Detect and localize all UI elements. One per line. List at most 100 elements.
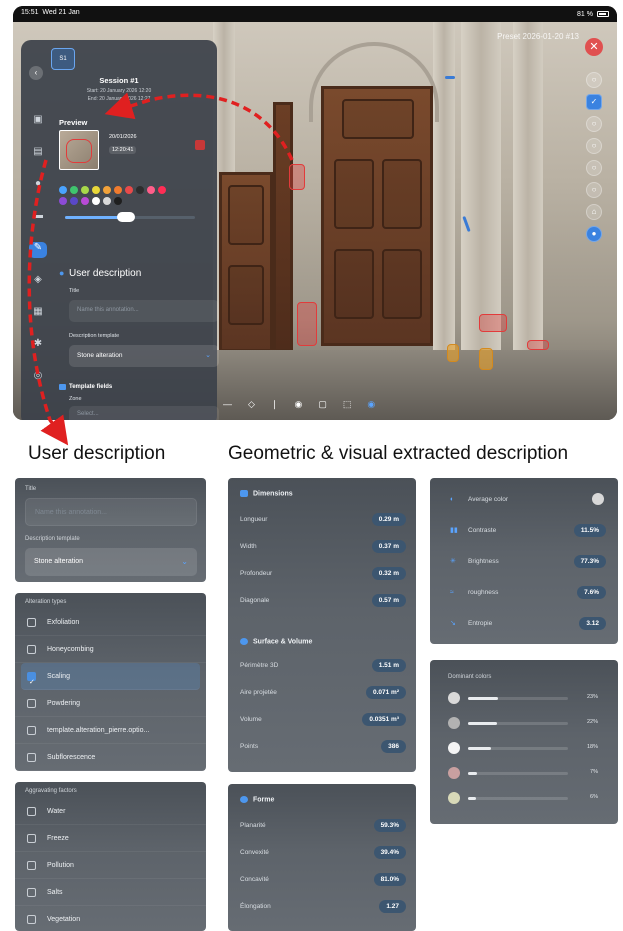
metric-value: 59.3% — [373, 819, 406, 832]
forme-panel: Forme Planarité 59.3% Convexité 39.4% Conc… — [228, 784, 416, 931]
alteration-option[interactable]: Powdering — [15, 690, 206, 717]
checkbox[interactable] — [27, 861, 36, 870]
alteration-list: Exfoliation Honeycombing Scaling Powderi… — [15, 609, 206, 771]
alteration-option[interactable]: Exfoliation — [15, 609, 206, 636]
option-label: template.alteration_pierre.optio... — [47, 727, 150, 734]
alteration-option-checked[interactable]: Scaling — [21, 663, 200, 696]
color-share-fill — [468, 747, 491, 750]
metric-row: ↘ Entropie 3.12 — [430, 608, 618, 639]
color-share-bar — [468, 697, 568, 700]
dimensions-heading-text: Dimensions — [253, 490, 293, 498]
dominant-color-row: 7% — [430, 761, 618, 786]
alteration-types-panel: Alteration types Exfoliation Honeycombin… — [15, 593, 206, 771]
color-share-pct: 18% — [586, 744, 598, 750]
entropy-icon: ↘ — [450, 620, 456, 627]
dimensions-heading: Dimensions — [240, 490, 293, 497]
template-value: Stone alteration — [34, 558, 84, 565]
metric-label: Périmètre 3D — [240, 662, 279, 669]
metric-label: Concavité — [240, 876, 269, 883]
option-label: Honeycombing — [47, 646, 94, 653]
factor-option[interactable]: Pollution — [15, 852, 206, 879]
metric-value: 1.27 — [379, 900, 406, 913]
ruler-icon — [240, 490, 248, 497]
dominant-color-row: 23% — [430, 686, 618, 711]
aggravating-list: Water Freeze Pollution Salts Vegetation — [15, 798, 206, 931]
checkbox[interactable] — [27, 888, 36, 897]
option-label: Vegetation — [47, 916, 81, 923]
annotation-arrows — [27, 92, 294, 446]
brightness-icon: ✳ — [450, 558, 456, 565]
checkbox[interactable] — [27, 645, 36, 654]
checkbox[interactable] — [27, 753, 36, 762]
checkbox[interactable] — [27, 807, 36, 816]
average-color-swatch — [592, 493, 604, 505]
alteration-option[interactable]: template.alteration_pierre.optio... — [15, 717, 206, 744]
forme-list: Planarité 59.3% Convexité 39.4% Concavité 8… — [228, 812, 416, 920]
title-input[interactable]: Name this annotation... — [25, 498, 197, 526]
arrow-to-user-description — [27, 159, 69, 446]
aggravating-factors-panel: Aggravating factors Water Freeze Polluti… — [15, 782, 206, 931]
metric-row: Points 386 — [228, 733, 416, 760]
metric-value: 0.37 m — [371, 540, 406, 553]
metric-label: roughness — [468, 589, 499, 596]
metric-value: 81.0% — [373, 873, 406, 886]
template-label: Description template — [25, 536, 80, 542]
metric-row: Longueur 0.29 m — [228, 506, 416, 533]
option-label: Scaling — [47, 673, 70, 680]
checkbox[interactable] — [27, 915, 36, 924]
metric-label: Profondeur — [240, 570, 273, 577]
forme-heading-text: Forme — [253, 796, 275, 804]
aggravating-heading: Aggravating factors — [25, 788, 77, 794]
color-share-fill — [468, 722, 497, 725]
color-dot — [448, 792, 460, 804]
dimensions-list: Longueur 0.29 m Width 0.37 m Profondeur 0.3… — [228, 506, 416, 614]
checkbox[interactable] — [27, 726, 36, 735]
metric-value: 386 — [381, 740, 406, 753]
metric-row: Width 0.37 m — [228, 533, 416, 560]
alteration-option[interactable]: Honeycombing — [15, 636, 206, 663]
color-share-fill — [468, 772, 477, 775]
metric-value: 0.32 m — [371, 567, 406, 580]
dominant-color-list: 23% 22% 18% 7% 6% — [430, 686, 618, 811]
color-share-bar — [468, 722, 568, 725]
metric-value: 1.51 m — [371, 659, 406, 672]
shape-icon — [240, 796, 248, 803]
checkbox[interactable] — [27, 834, 36, 843]
color-share-bar — [468, 747, 568, 750]
metric-label: Planarité — [240, 822, 266, 829]
metric-row: Profondeur 0.32 m — [228, 560, 416, 587]
dominant-heading: Dominant colors — [448, 674, 492, 680]
metric-row: Concavité 81.0% — [228, 866, 416, 893]
metric-label: Entropie — [468, 620, 493, 627]
factor-option[interactable]: Salts — [15, 879, 206, 906]
metric-row: Planarité 59.3% — [228, 812, 416, 839]
metric-value: 11.5% — [573, 524, 606, 537]
metric-value: 0.071 m² — [365, 686, 406, 699]
option-label: Pollution — [47, 862, 74, 869]
factor-option[interactable]: Vegetation — [15, 906, 206, 931]
metric-label: Volume — [240, 716, 262, 723]
surface-list: Périmètre 3D 1.51 m Aire projetée 0.071 m²… — [228, 652, 416, 760]
template-select[interactable]: Stone alteration ⌄ — [25, 548, 197, 576]
factor-option[interactable]: Freeze — [15, 825, 206, 852]
checkbox-checked[interactable] — [27, 669, 36, 696]
heading-user-description: User description — [28, 443, 166, 464]
dominant-colors-panel: Dominant colors 23% 22% 18% 7% 6% — [430, 660, 618, 824]
metric-label: Convexité — [240, 849, 269, 856]
palette-icon: ◐ — [450, 496, 455, 503]
option-label: Water — [47, 808, 66, 815]
metric-label: Average color — [468, 496, 508, 503]
factor-option[interactable]: Water — [15, 798, 206, 825]
color-share-fill — [468, 797, 476, 800]
color-share-fill — [468, 697, 498, 700]
checkbox[interactable] — [27, 618, 36, 627]
color-dot — [448, 742, 460, 754]
color-share-pct: 7% — [590, 769, 598, 775]
metric-row: Aire projetée 0.071 m² — [228, 679, 416, 706]
average-color-row: ◐ Average color — [430, 484, 618, 515]
contrast-icon: ▮▮ — [450, 527, 458, 534]
alteration-option[interactable]: Subflorescence — [15, 744, 206, 771]
metric-label: Brightness — [468, 558, 499, 565]
color-share-pct: 22% — [586, 719, 598, 725]
checkbox[interactable] — [27, 699, 36, 708]
